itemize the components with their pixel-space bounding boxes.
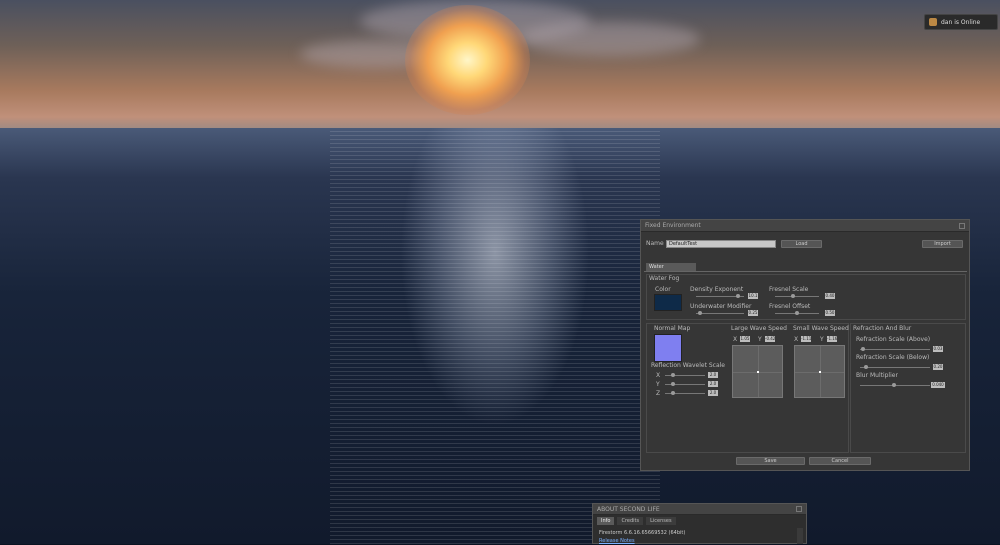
panel-title: Fixed Environment [645, 222, 701, 229]
wavelet-scale-label: Reflection Wavelet Scale [651, 362, 725, 369]
refraction-below-value[interactable]: 0.20 [933, 364, 943, 370]
large-wave-y-value[interactable]: -0.42 [765, 336, 775, 342]
density-exponent-label: Density Exponent [690, 286, 744, 293]
fresnel-offset-slider[interactable] [775, 311, 819, 315]
slider-knob[interactable] [795, 311, 799, 315]
wavelet-x-slider[interactable] [665, 373, 705, 377]
small-wave-y-value[interactable]: -1.16 [827, 336, 837, 342]
wavelet-z-slider[interactable] [665, 391, 705, 395]
fog-color-swatch[interactable] [654, 294, 682, 311]
tab-licenses[interactable]: Licenses [646, 517, 676, 525]
version-text: Firestorm 6.6.16.65669532 (64bit) [599, 530, 686, 536]
large-wave-xy-pad[interactable] [732, 345, 783, 398]
slider-knob[interactable] [791, 294, 795, 298]
save-button[interactable]: Save [736, 457, 805, 465]
large-wave-label: Large Wave Speed [731, 325, 787, 332]
about-title: ABOUT SECOND LIFE [597, 505, 660, 513]
wavelet-x-label: X [656, 372, 661, 379]
about-body: Firestorm 6.6.16.65669532 (64bit) Releas… [599, 529, 685, 545]
blur-multiplier-label: Blur Multiplier [856, 372, 898, 379]
slider-knob[interactable] [861, 347, 865, 351]
refraction-below-slider[interactable] [860, 365, 930, 369]
tab-credits[interactable]: Credits [617, 517, 644, 525]
fresnel-scale-label: Fresnel Scale [769, 286, 809, 293]
refraction-below-label: Refraction Scale (Below) [856, 354, 930, 361]
density-exponent-slider[interactable] [696, 294, 744, 298]
avatar-icon [929, 18, 937, 26]
about-titlebar[interactable]: ABOUT SECOND LIFE [593, 504, 806, 515]
small-wave-label: Small Wave Speed [793, 325, 849, 332]
wavelet-y-label: Y [656, 381, 660, 388]
sun-reflection [330, 128, 660, 544]
fresnel-offset-label: Fresnel Offset [769, 303, 811, 310]
slider-knob[interactable] [671, 373, 675, 377]
normal-map-label: Normal Map [654, 325, 691, 332]
wavelet-y-value[interactable]: 2.0 [708, 381, 718, 387]
scrollbar[interactable] [797, 528, 803, 544]
tab-water[interactable]: Water [646, 263, 696, 271]
underwater-modifier-value[interactable]: 0.25 [748, 310, 758, 316]
name-field[interactable]: DefaultTest [666, 240, 776, 248]
about-second-life-panel: ABOUT SECOND LIFE Info Credits Licenses … [592, 503, 807, 544]
cloud [520, 22, 700, 56]
large-wave-y-label: Y [758, 336, 762, 343]
xy-handle[interactable] [756, 370, 759, 373]
name-label: Name [646, 240, 664, 247]
underwater-modifier-label: Underwater Modifier [690, 303, 752, 310]
online-notification[interactable]: dan is Online [924, 14, 998, 30]
slider-knob[interactable] [671, 382, 675, 386]
small-wave-xy-pad[interactable] [794, 345, 845, 398]
large-wave-x-value[interactable]: 1.05 [740, 336, 750, 342]
minimize-icon[interactable] [959, 222, 965, 229]
slider-knob[interactable] [698, 311, 702, 315]
slider-knob[interactable] [736, 294, 740, 298]
color-label: Color [655, 286, 671, 293]
tab-divider [644, 271, 967, 272]
fresnel-scale-slider[interactable] [775, 294, 819, 298]
slider-knob[interactable] [864, 365, 868, 369]
underwater-modifier-slider[interactable] [696, 311, 744, 315]
normal-map-texture[interactable] [654, 334, 682, 362]
density-exponent-value[interactable]: 10.1 [748, 293, 758, 299]
slider-knob[interactable] [892, 383, 896, 387]
fresnel-scale-value[interactable]: 0.40 [825, 293, 835, 299]
small-wave-x-label: X [794, 336, 799, 343]
load-button[interactable]: Load [781, 240, 822, 248]
sun [405, 5, 530, 115]
wavelet-x-value[interactable]: 2.0 [708, 372, 718, 378]
refraction-above-slider[interactable] [860, 347, 930, 351]
import-button[interactable]: Import [922, 240, 963, 248]
small-wave-x-value[interactable]: -1.11 [801, 336, 811, 342]
large-wave-x-label: X [733, 336, 738, 343]
refraction-heading: Refraction And Blur [853, 325, 912, 332]
cancel-button[interactable]: Cancel [809, 457, 871, 465]
panel-titlebar[interactable]: Fixed Environment [641, 220, 969, 232]
refraction-above-label: Refraction Scale (Above) [856, 336, 931, 343]
about-tabs: Info Credits Licenses [597, 517, 676, 525]
fixed-environment-panel: Fixed Environment Name DefaultTest Load … [640, 219, 970, 471]
blur-multiplier-slider[interactable] [860, 383, 930, 387]
wavelet-y-slider[interactable] [665, 382, 705, 386]
xy-handle[interactable] [818, 370, 821, 373]
fresnel-offset-value[interactable]: 0.50 [825, 310, 835, 316]
small-wave-y-label: Y [820, 336, 824, 343]
minimize-icon[interactable] [796, 506, 802, 512]
tab-info[interactable]: Info [597, 517, 615, 525]
blur-multiplier-value[interactable]: 0.040 [931, 382, 945, 388]
wavelet-z-label: Z [656, 390, 661, 397]
water-fog-heading: Water Fog [649, 275, 680, 282]
wavelet-z-value[interactable]: 2.0 [708, 390, 718, 396]
slider-knob[interactable] [671, 391, 675, 395]
notification-text: dan is Online [941, 18, 981, 26]
refraction-above-value[interactable]: 0.03 [933, 346, 943, 352]
